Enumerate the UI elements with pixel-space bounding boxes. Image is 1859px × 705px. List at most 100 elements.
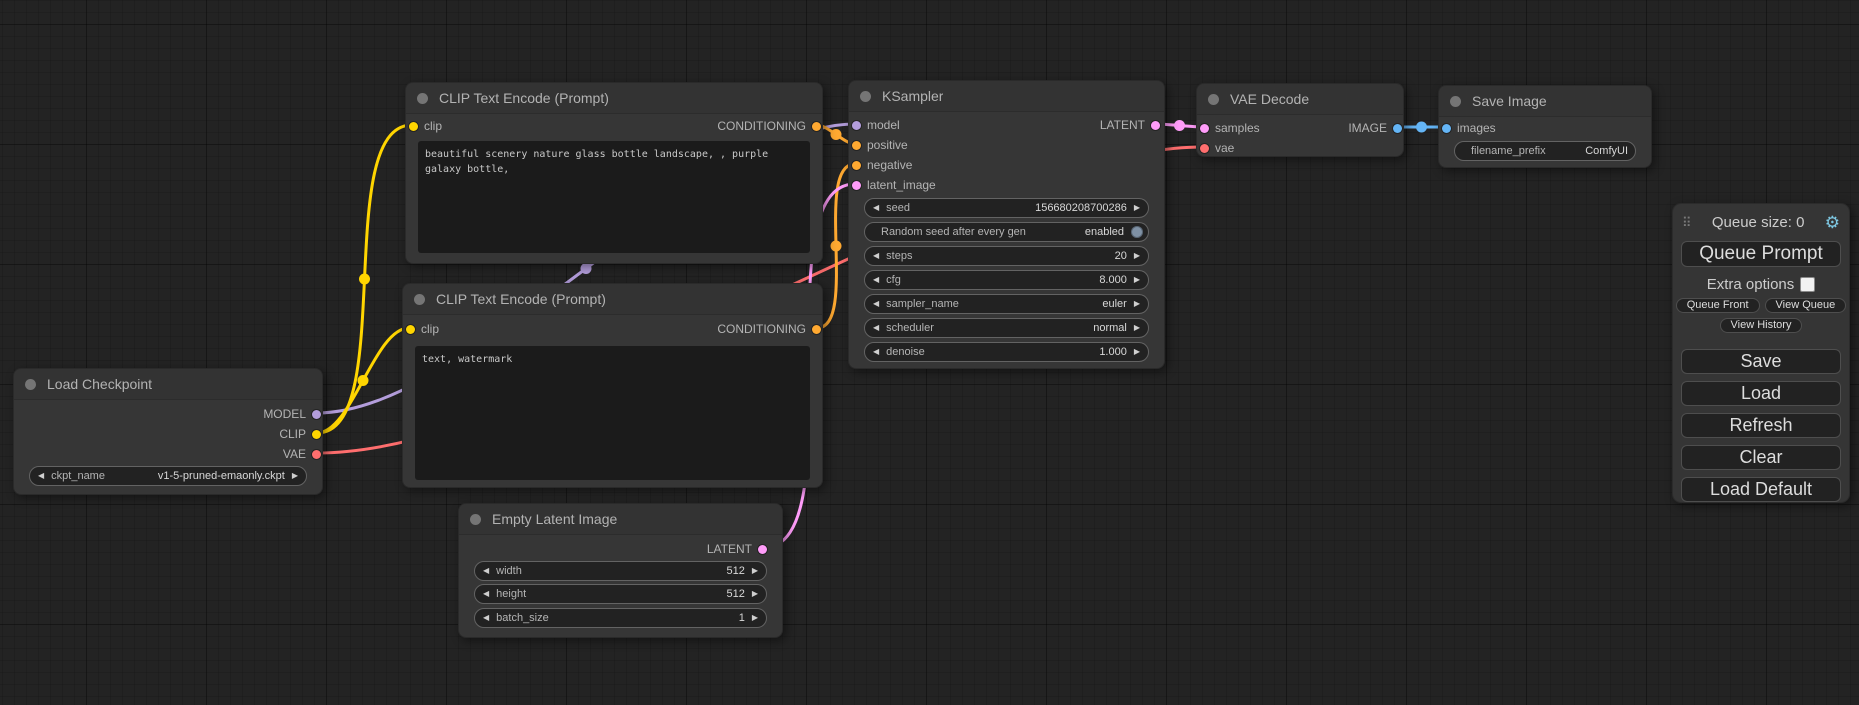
widget-increment-icon[interactable]: ▶ [1134,204,1140,212]
widget-increment-icon[interactable]: ▶ [752,590,758,598]
MODEL-output-port[interactable] [312,410,321,419]
CONDITIONING-output-port[interactable] [812,325,821,334]
widget-decrement-icon[interactable]: ◀ [873,204,879,212]
node-title: KSampler [882,88,943,104]
collapse-dot-icon[interactable] [470,514,481,525]
queue-front-button[interactable]: Queue Front [1676,298,1760,313]
latent_image-input-port[interactable] [852,181,861,190]
load-button[interactable]: Load [1681,381,1841,406]
widget-increment-icon[interactable]: ▶ [1134,348,1140,356]
widget-decrement-icon[interactable]: ◀ [873,252,879,260]
clear-button[interactable]: Clear [1681,445,1841,470]
port-label: latent_image [867,178,936,192]
ksampler-widget-cfg[interactable]: ◀cfg8.000▶ [864,270,1149,290]
CLIP-output-port[interactable] [312,430,321,439]
widget-decrement-icon[interactable]: ◀ [483,614,489,622]
widget-label: height [496,588,526,600]
node-title-bar[interactable]: Save Image [1439,86,1651,117]
widget-value: v1-5-pruned-emaonly.ckpt [158,470,285,482]
CONDITIONING-output-port[interactable] [812,122,821,131]
widget-decrement-icon[interactable]: ◀ [483,590,489,598]
collapse-dot-icon[interactable] [25,379,36,390]
IMAGE-output-port[interactable] [1393,124,1402,133]
collapse-dot-icon[interactable] [1208,94,1219,105]
widget-increment-icon[interactable]: ▶ [1134,300,1140,308]
node-title-bar[interactable]: KSampler [849,81,1164,112]
widget-label: filename_prefix [1471,145,1546,157]
link-clip-positive-midpoint-dot [359,274,370,285]
LATENT-output-port[interactable] [1151,121,1160,130]
view-history-button[interactable]: View History [1720,318,1803,333]
widget-decrement-icon[interactable]: ◀ [873,300,879,308]
ksampler-widget-denoise[interactable]: ◀denoise1.000▶ [864,342,1149,362]
refresh-button[interactable]: Refresh [1681,413,1841,438]
drag-handle-icon[interactable]: ⠿ [1682,216,1692,229]
node-title-bar[interactable]: CLIP Text Encode (Prompt) [403,284,822,315]
negative-input-port[interactable] [852,161,861,170]
link-clip-negative-midpoint-dot [358,375,369,386]
widget-increment-icon[interactable]: ▶ [1134,276,1140,284]
node-title: CLIP Text Encode (Prompt) [436,291,606,307]
load-default-button[interactable]: Load Default [1681,477,1841,502]
vae-decode-node[interactable]: VAE DecodesamplesvaeIMAGE [1196,83,1404,157]
collapse-dot-icon[interactable] [860,91,871,102]
ksampler-widget-steps[interactable]: ◀steps20▶ [864,246,1149,266]
positive-input-port[interactable] [852,141,861,150]
clip-text-encode-positive-output-CONDITIONING: CONDITIONING [406,116,822,136]
node-title-bar[interactable]: Load Checkpoint [14,369,322,400]
widget-decrement-icon[interactable]: ◀ [873,348,879,356]
empty-latent-image-widget-batch-size[interactable]: ◀batch_size1▶ [474,608,767,628]
queue-prompt-button[interactable]: Queue Prompt [1681,241,1841,267]
widget-decrement-icon[interactable]: ◀ [38,472,44,480]
toggle-icon[interactable] [1131,226,1143,238]
ksampler-widget-sampler-name[interactable]: ◀sampler_nameeuler▶ [864,294,1149,314]
widget-decrement-icon[interactable]: ◀ [873,324,879,332]
widget-increment-icon[interactable]: ▶ [752,567,758,575]
clip-text-encode-positive-prompt-textarea[interactable]: beautiful scenery nature glass bottle la… [418,141,810,253]
view-queue-button[interactable]: View Queue [1765,298,1847,313]
widget-increment-icon[interactable]: ▶ [1134,252,1140,260]
load-checkpoint-output-MODEL: MODEL [14,404,322,424]
node-title-bar[interactable]: Empty Latent Image [459,504,782,535]
widget-increment-icon[interactable]: ▶ [292,472,298,480]
empty-latent-image-widget-width[interactable]: ◀width512▶ [474,561,767,581]
save-image-widget-filename-prefix[interactable]: filename_prefixComfyUI [1454,141,1636,161]
load-checkpoint-output-VAE: VAE [14,444,322,464]
ksampler-widget-scheduler[interactable]: ◀schedulernormal▶ [864,318,1149,338]
load-checkpoint-widget-ckpt-name[interactable]: ◀ ckpt_name v1-5-pruned-emaonly.ckpt ▶ [29,466,307,486]
clip-text-encode-positive-node[interactable]: CLIP Text Encode (Prompt)clipCONDITIONIN… [405,82,823,264]
widget-decrement-icon[interactable]: ◀ [873,276,879,284]
clip-text-encode-negative-node[interactable]: CLIP Text Encode (Prompt)clipCONDITIONIN… [402,283,823,488]
empty-latent-image-widget-height[interactable]: ◀height512▶ [474,584,767,604]
widget-label: sampler_name [886,298,959,310]
empty-latent-image-output-LATENT: LATENT [459,539,782,559]
save-button[interactable]: Save [1681,349,1841,374]
widget-increment-icon[interactable]: ▶ [752,614,758,622]
vae-input-port[interactable] [1200,144,1209,153]
clip-text-encode-negative-prompt-textarea[interactable]: text, watermark [415,346,810,480]
LATENT-output-port[interactable] [758,545,767,554]
VAE-output-port[interactable] [312,450,321,459]
collapse-dot-icon[interactable] [414,294,425,305]
widget-increment-icon[interactable]: ▶ [1134,324,1140,332]
node-title-bar[interactable]: VAE Decode [1197,84,1403,115]
node-graph-canvas[interactable]: Load CheckpointMODELCLIPVAE◀ckpt_namev1-… [0,0,1859,705]
widget-label: cfg [886,274,901,286]
clip-text-encode-negative-output-CONDITIONING: CONDITIONING [403,319,822,339]
port-label: LATENT [707,542,752,556]
ksampler-widget-seed[interactable]: ◀seed156680208700286▶ [864,198,1149,218]
extra-options-checkbox[interactable] [1800,277,1815,292]
collapse-dot-icon[interactable] [417,93,428,104]
gear-icon[interactable]: ⚙ [1825,214,1840,231]
collapse-dot-icon[interactable] [1450,96,1461,107]
ksampler-widget-random-seed-after-every-gen[interactable]: Random seed after every genenabled [864,222,1149,242]
load-checkpoint-node[interactable]: Load CheckpointMODELCLIPVAE◀ckpt_namev1-… [13,368,323,495]
node-title-bar[interactable]: CLIP Text Encode (Prompt) [406,83,822,114]
node-title: Empty Latent Image [492,511,617,527]
widget-label: ckpt_name [51,470,105,482]
ksampler-node[interactable]: KSamplermodelpositivenegativelatent_imag… [848,80,1165,369]
widget-decrement-icon[interactable]: ◀ [483,567,489,575]
empty-latent-image-node[interactable]: Empty Latent ImageLATENT◀width512▶◀heigh… [458,503,783,638]
save-image-node[interactable]: Save Imageimagesfilename_prefixComfyUI [1438,85,1652,168]
images-input-port[interactable] [1442,124,1451,133]
